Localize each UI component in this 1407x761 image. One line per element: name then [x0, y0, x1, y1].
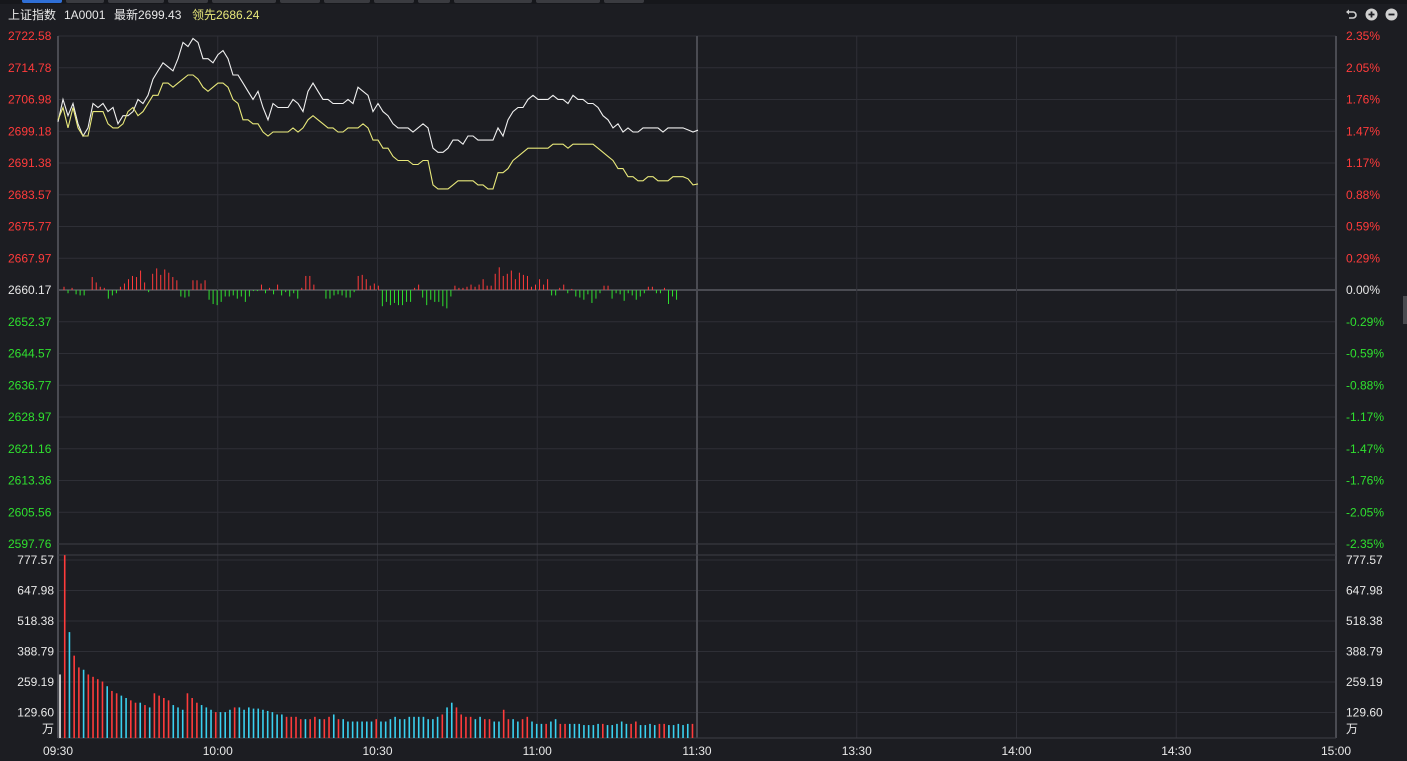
- time-tick-label: 14:00: [1001, 744, 1031, 758]
- price-tick-label: 2675.77: [8, 220, 52, 234]
- time-tick-label: 09:30: [43, 744, 73, 758]
- volume-unit-label: 万: [1346, 722, 1358, 736]
- volume-tick-label: 259.19: [17, 675, 54, 689]
- volume-tick-label: 388.79: [17, 645, 54, 659]
- percent-tick-label: -0.59%: [1346, 347, 1384, 361]
- price-tick-label: 2644.57: [8, 347, 52, 361]
- right-edge-handle[interactable]: [1403, 296, 1407, 324]
- volume-tick-label: 647.98: [17, 584, 54, 598]
- percent-tick-label: -2.35%: [1346, 537, 1384, 551]
- price-tick-label: 2605.56: [8, 505, 52, 519]
- volume-tick-label: 518.38: [17, 614, 54, 628]
- percent-tick-label: 2.05%: [1346, 61, 1380, 75]
- price-tick-label: 2683.57: [8, 188, 52, 202]
- percent-tick-label: -0.88%: [1346, 378, 1384, 392]
- percent-tick-label: 1.47%: [1346, 124, 1380, 138]
- percent-tick-label: -0.29%: [1346, 315, 1384, 329]
- volume-tick-label: 259.19: [1346, 675, 1383, 689]
- percent-tick-label: 0.00%: [1346, 283, 1380, 297]
- volume-unit-label: 万: [42, 722, 54, 736]
- intraday-chart[interactable]: 2722.58 2714.78 2706.98 2699.18 2691.38 2683.…: [0, 0, 1407, 761]
- time-tick-label: 11:30: [682, 744, 711, 758]
- volume-tick-label: 129.60: [1346, 706, 1383, 720]
- price-tick-label: 2706.98: [8, 93, 52, 107]
- volume-bars: [59, 555, 694, 738]
- percent-tick-label: 0.29%: [1346, 251, 1380, 265]
- percent-tick-label: 1.17%: [1346, 156, 1380, 170]
- percent-tick-label: -1.17%: [1346, 410, 1384, 424]
- volume-tick-label: 777.57: [17, 553, 54, 567]
- price-tick-label: 2660.17: [8, 283, 52, 297]
- percent-tick-label: 0.88%: [1346, 188, 1380, 202]
- grid: [57, 35, 1337, 739]
- time-tick-label: 11:00: [523, 744, 552, 758]
- volume-tick-label: 518.38: [1346, 614, 1383, 628]
- percent-tick-label: 2.35%: [1346, 29, 1380, 43]
- percent-tick-label: -1.47%: [1346, 442, 1384, 456]
- volume-tick-label: 647.98: [1346, 584, 1383, 598]
- percent-tick-label: 1.76%: [1346, 93, 1380, 107]
- time-tick-label: 14:30: [1161, 744, 1191, 758]
- volume-tick-label: 388.79: [1346, 645, 1383, 659]
- percent-tick-label: 0.59%: [1346, 220, 1380, 234]
- time-tick-label: 10:00: [203, 744, 233, 758]
- price-tick-label: 2722.58: [8, 29, 52, 43]
- volume-tick-label: 777.57: [1346, 553, 1383, 567]
- price-tick-label: 2667.97: [8, 251, 52, 265]
- price-tick-label: 2652.37: [8, 315, 52, 329]
- volume-tick-label: 129.60: [17, 706, 54, 720]
- time-tick-label: 15:00: [1321, 744, 1351, 758]
- price-tick-label: 2699.18: [8, 124, 52, 138]
- price-tick-label: 2691.38: [8, 156, 52, 170]
- price-tick-label: 2628.97: [8, 410, 52, 424]
- time-tick-label: 10:30: [362, 744, 392, 758]
- percent-tick-label: -1.76%: [1346, 474, 1384, 488]
- price-tick-label: 2714.78: [8, 61, 52, 75]
- percent-tick-label: -2.05%: [1346, 505, 1384, 519]
- price-tick-label: 2613.36: [8, 474, 52, 488]
- price-tick-label: 2636.77: [8, 378, 52, 392]
- price-tick-label: 2597.76: [8, 537, 52, 551]
- price-tick-label: 2621.16: [8, 442, 52, 456]
- time-tick-label: 13:30: [842, 744, 872, 758]
- momentum-bars: [63, 267, 678, 309]
